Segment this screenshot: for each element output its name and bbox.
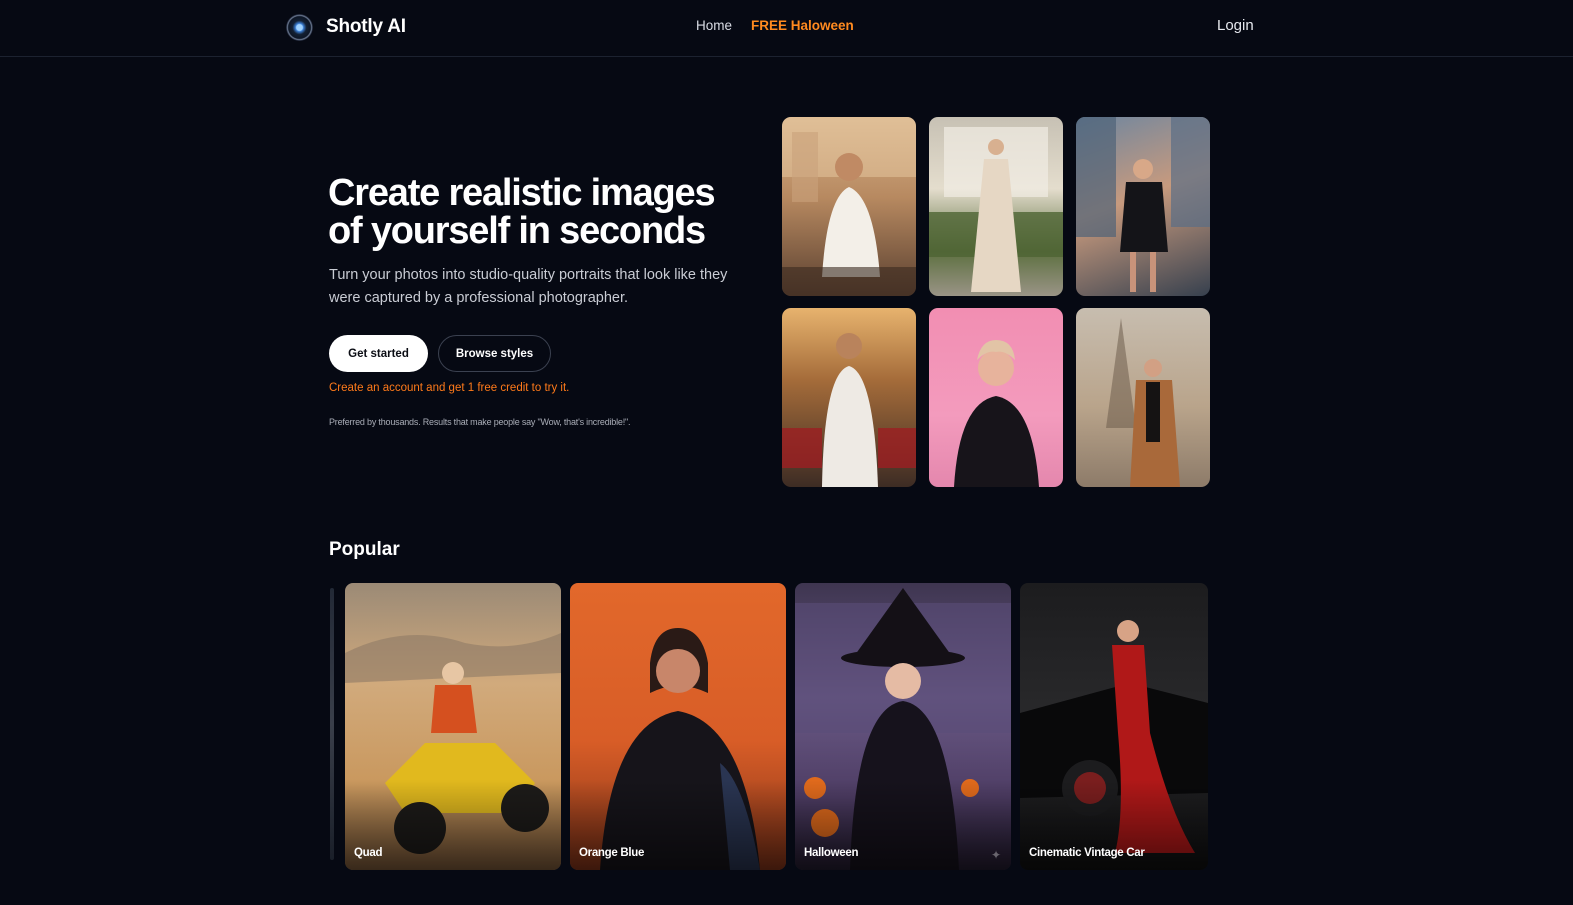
portrait-figure-icon xyxy=(954,340,1039,487)
hero-title-line-2: of yourself in seconds xyxy=(328,210,706,252)
portrait-figure-icon xyxy=(1076,117,1210,292)
nav-halloween-link[interactable]: FREE Haloween xyxy=(751,18,854,33)
hero-portrait-pink-studio-woman xyxy=(929,308,1063,487)
hero-portrait-garden-woman xyxy=(929,117,1063,296)
style-card-orange-blue[interactable]: Orange Blue xyxy=(570,583,786,870)
portrait-figure-icon xyxy=(929,127,1063,292)
style-card-cinematic-vintage-car[interactable]: Cinematic Vintage Car xyxy=(1020,583,1208,870)
brand-link[interactable]: Shotly AI xyxy=(286,13,406,41)
hero-subtitle: Turn your photos into studio-quality por… xyxy=(329,267,728,306)
hero-portrait-paris-woman xyxy=(1076,308,1210,487)
login-link[interactable]: Login xyxy=(1217,17,1254,34)
hero-portrait-city-woman xyxy=(1076,117,1210,296)
style-card-label: Orange Blue xyxy=(579,847,645,859)
hero-title: Create realistic images of yourself in s… xyxy=(328,174,768,250)
browse-styles-button[interactable]: Browse styles xyxy=(438,335,551,372)
style-card-label: Cinematic Vintage Car xyxy=(1029,847,1145,859)
portrait-figure-icon xyxy=(1106,318,1180,487)
sparkle-icon: ✦ xyxy=(990,848,1001,862)
nav-home-link[interactable]: Home xyxy=(696,18,732,33)
logo-icon xyxy=(286,13,313,41)
main-nav: Home FREE Haloween xyxy=(696,18,854,33)
brand-name: Shotly AI xyxy=(326,16,406,37)
social-proof-text: Preferred by thousands. Results that mak… xyxy=(329,417,631,427)
free-credit-promo: Create an account and get 1 free credit … xyxy=(329,382,570,394)
hero-portrait-cafe-man xyxy=(782,117,916,296)
style-card-label: Halloween xyxy=(804,847,859,859)
top-navbar: Shotly AI Home FREE Haloween Login xyxy=(0,0,1573,57)
hero-portrait-car-man xyxy=(782,308,916,487)
portrait-figure-icon xyxy=(782,117,916,296)
style-card-halloween[interactable]: Halloween ✦ xyxy=(795,583,1011,870)
get-started-button[interactable]: Get started xyxy=(329,335,428,372)
portrait-figure-icon xyxy=(782,333,916,487)
popular-section-title: Popular xyxy=(329,539,400,560)
carousel-edge xyxy=(330,588,334,860)
hero-title-line-1: Create realistic images xyxy=(328,172,716,214)
style-card-quad[interactable]: Quad xyxy=(345,583,561,870)
style-card-label: Quad xyxy=(354,847,383,859)
